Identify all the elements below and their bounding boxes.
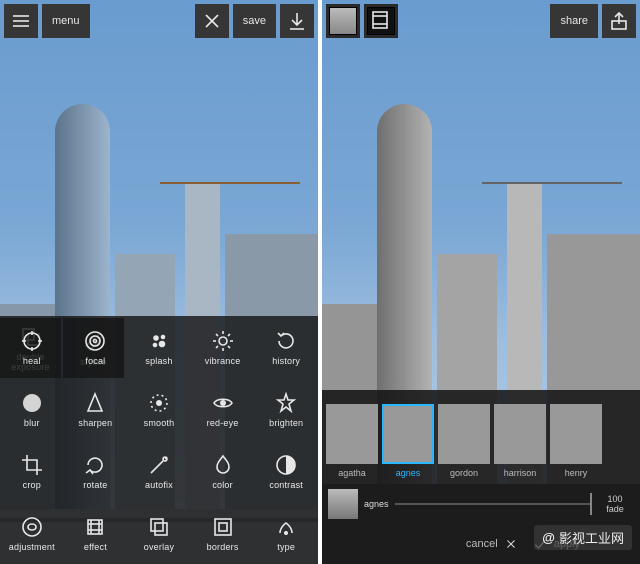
filter-strip: agatha agnes gordon harrison henry [322, 390, 640, 484]
filter-agatha[interactable]: agatha [326, 404, 378, 478]
fade-thumb [328, 489, 358, 519]
tool-autofix[interactable]: autofix [127, 440, 191, 502]
watermark-text: 影视工业网 [559, 528, 624, 547]
share-button[interactable]: share [550, 4, 598, 38]
filter-gordon[interactable]: gordon [438, 404, 490, 478]
filter-swatch [382, 404, 434, 464]
filter-agnes[interactable]: agnes [382, 404, 434, 478]
tool-smooth[interactable]: smooth [127, 378, 191, 440]
close-icon[interactable] [195, 4, 229, 38]
fade-slider-name: agnes [364, 499, 389, 509]
tool-blur[interactable]: blur [0, 378, 64, 440]
filmstrip-icon[interactable] [364, 4, 398, 38]
tool-crop[interactable]: crop [0, 440, 64, 502]
export-icon[interactable] [602, 4, 636, 38]
tool-splash[interactable]: splash [127, 316, 191, 378]
watermark: @ 影视工业网 [534, 525, 632, 550]
tool-history[interactable]: history [254, 316, 318, 378]
tool-focal[interactable]: focal [64, 316, 128, 378]
filter-swatch [326, 404, 378, 464]
fade-value: 100 [607, 494, 622, 504]
editor-pane-tools: menu save double exposure stylize heal f… [0, 0, 318, 564]
filter-harrison[interactable]: harrison [494, 404, 546, 478]
original-thumb[interactable] [326, 4, 360, 38]
tool-red-eye[interactable]: red-eye [191, 378, 255, 440]
hamburger-icon[interactable] [4, 4, 38, 38]
left-topbar: menu save [0, 0, 318, 42]
download-icon[interactable] [280, 4, 314, 38]
filter-swatch [550, 404, 602, 464]
tool-effect[interactable]: effect [64, 502, 128, 564]
editor-pane-filters: share agatha agnes gordon harrison henry… [322, 0, 640, 564]
tool-heal[interactable]: heal [0, 316, 64, 378]
tool-borders[interactable]: borders [191, 502, 255, 564]
right-topbar: share [322, 0, 640, 42]
tool-overlay[interactable]: overlay [127, 502, 191, 564]
fade-slider[interactable] [395, 503, 590, 505]
cancel-button[interactable]: cancel [466, 537, 518, 551]
tool-sharpen[interactable]: sharpen [64, 378, 128, 440]
tool-brighten[interactable]: brighten [254, 378, 318, 440]
filter-henry[interactable]: henry [550, 404, 602, 478]
fade-label: fade [606, 504, 624, 514]
save-button[interactable]: save [233, 4, 276, 38]
filter-swatch [494, 404, 546, 464]
fade-bar: agnes 100 fade [322, 484, 640, 524]
filter-swatch [438, 404, 490, 464]
tool-contrast[interactable]: contrast [254, 440, 318, 502]
tool-vibrance[interactable]: vibrance [191, 316, 255, 378]
watermark-at: @ [542, 530, 555, 545]
menu-button[interactable]: menu [42, 4, 90, 38]
fade-readout: 100 fade [590, 494, 640, 514]
tool-grid: heal focal splash vibrance history blur … [0, 316, 318, 564]
tool-type[interactable]: type [254, 502, 318, 564]
tool-adjustment[interactable]: adjustment [0, 502, 64, 564]
tool-rotate[interactable]: rotate [64, 440, 128, 502]
tool-color[interactable]: color [191, 440, 255, 502]
